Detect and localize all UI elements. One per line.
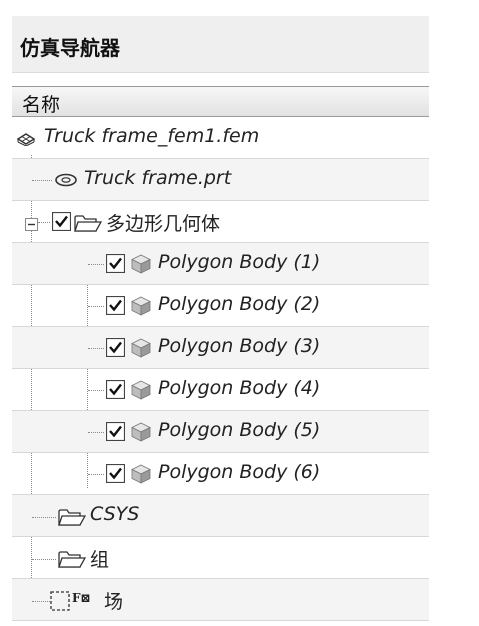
panel-title: 仿真导航器: [20, 36, 120, 60]
folder-open-icon: [58, 507, 87, 531]
root-node-label: Truck frame_fem1.fem: [44, 125, 260, 147]
groups-folder-label: 组: [90, 549, 110, 571]
simulation-navigator-panel: 仿真导航器 名称 Truck frame_fem1.fem Truck fram…: [12, 16, 429, 621]
column-header-row[interactable]: 名称: [12, 86, 429, 117]
checkbox-checked-icon[interactable]: [105, 463, 126, 487]
polygon-body-label: Polygon Body (3): [158, 335, 321, 357]
tree-row-polygon-body[interactable]: Polygon Body (3): [12, 327, 429, 369]
tree-connector-horizontal: [88, 390, 104, 391]
polygon-body-label: Polygon Body (5): [158, 419, 321, 441]
tree-row-group[interactable]: 多边形几何体: [12, 201, 429, 243]
tree-row-polygon-body[interactable]: Polygon Body (1): [12, 243, 429, 285]
tree-connector-horizontal: [32, 180, 52, 181]
tree-connector-horizontal: [32, 517, 56, 518]
polygon-body-label: Polygon Body (1): [158, 251, 321, 273]
group-node-label: 多边形几何体: [106, 213, 221, 235]
tree-row-csys[interactable]: CSYS: [12, 495, 429, 537]
tree-row-polygon-body[interactable]: Polygon Body (5): [12, 411, 429, 453]
checkbox-checked-icon[interactable]: [105, 253, 126, 277]
checkbox-checked-icon[interactable]: [105, 379, 126, 403]
field-node-label: 场: [104, 591, 124, 613]
tree-row-polygon-body[interactable]: Polygon Body (6): [12, 453, 429, 495]
checkbox-checked-icon[interactable]: [105, 337, 126, 361]
polygon-body-label: Polygon Body (6): [158, 461, 321, 483]
field-placeholder-icon: [50, 591, 70, 615]
polygon-body-label: Polygon Body (2): [158, 293, 321, 315]
polygon-body-cube-icon: [130, 253, 152, 279]
folder-open-icon: [74, 213, 103, 237]
tree-row-part[interactable]: Truck frame.prt: [12, 159, 429, 201]
tree-row-polygon-body[interactable]: Polygon Body (2): [12, 285, 429, 327]
part-node-label: Truck frame.prt: [84, 167, 232, 189]
checkbox-checked-icon[interactable]: [105, 421, 126, 445]
polygon-body-cube-icon: [130, 337, 152, 363]
panel-title-bar: 仿真导航器: [12, 16, 429, 73]
tree-connector-horizontal: [88, 348, 104, 349]
polygon-body-cube-icon: [130, 379, 152, 405]
tree-connector-horizontal: [32, 559, 56, 560]
csys-node-label: CSYS: [90, 503, 140, 525]
tree-row-field[interactable]: F⊠ 场: [12, 579, 429, 621]
tree-row-polygon-body[interactable]: Polygon Body (4): [12, 369, 429, 411]
collapse-minus-icon[interactable]: [25, 216, 38, 235]
folder-open-icon: [58, 549, 87, 573]
tree-connector-horizontal: [88, 474, 104, 475]
fem-mesh-icon: [16, 130, 36, 150]
tree-connector-horizontal: [88, 264, 104, 265]
polygon-body-cube-icon: [130, 463, 152, 489]
polygon-body-label: Polygon Body (4): [158, 377, 321, 399]
tree-connector-horizontal: [38, 222, 50, 223]
polygon-body-cube-icon: [130, 421, 152, 447]
tree-row-groups-folder[interactable]: 组: [12, 537, 429, 579]
checkbox-checked-icon[interactable]: [105, 295, 126, 319]
checkbox-checked-icon[interactable]: [51, 211, 72, 235]
name-column-header[interactable]: 名称: [22, 90, 60, 117]
tree-connector-horizontal: [32, 601, 50, 602]
field-icon: F⊠: [72, 591, 91, 605]
tree-connector-horizontal: [88, 432, 104, 433]
tree-connector-horizontal: [88, 306, 104, 307]
part-link-icon: [54, 171, 78, 193]
polygon-body-cube-icon: [130, 295, 152, 321]
tree-row-root[interactable]: Truck frame_fem1.fem: [12, 117, 429, 159]
